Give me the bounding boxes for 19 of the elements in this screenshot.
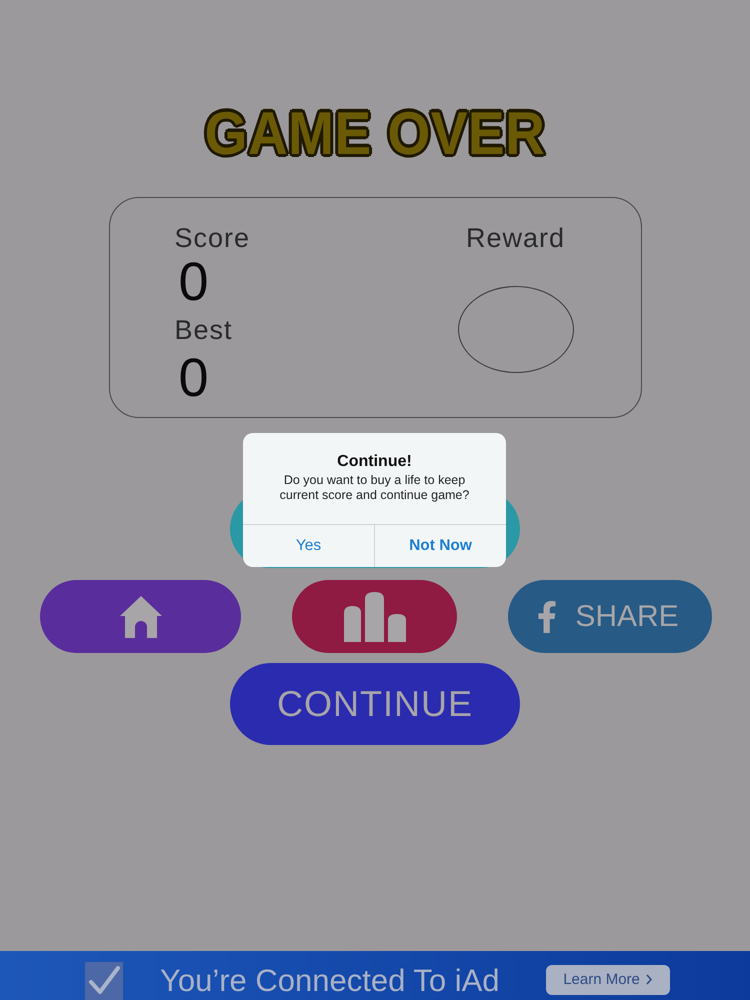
learn-more-button[interactable]: Learn More xyxy=(546,964,670,994)
house-icon xyxy=(118,594,164,640)
ad-message: You’re Connected To iAd xyxy=(160,965,500,996)
dialog-action-button[interactable]: Not Now xyxy=(374,525,506,567)
bar-chart-icon xyxy=(344,592,406,642)
dialog-title: Continue! xyxy=(337,452,412,472)
share-button[interactable]: SHARE xyxy=(508,580,712,653)
oval-outline-icon xyxy=(458,286,574,373)
score-value: 0 xyxy=(178,252,210,312)
score-label: Score xyxy=(174,224,250,252)
game-over-title: GAME OVER xyxy=(204,97,546,169)
chevron-right-icon xyxy=(646,974,652,985)
best-label: Best xyxy=(174,316,234,344)
reward-label: Reward xyxy=(466,224,566,252)
dialog-message: Do you want to buy a life to keep current score and continue game? xyxy=(278,473,470,503)
checkmark-icon xyxy=(85,962,123,1000)
dialog-action-button[interactable]: Yes xyxy=(243,525,374,567)
continue-button[interactable]: CONTINUE xyxy=(230,663,520,745)
best-value: 0 xyxy=(178,348,210,408)
